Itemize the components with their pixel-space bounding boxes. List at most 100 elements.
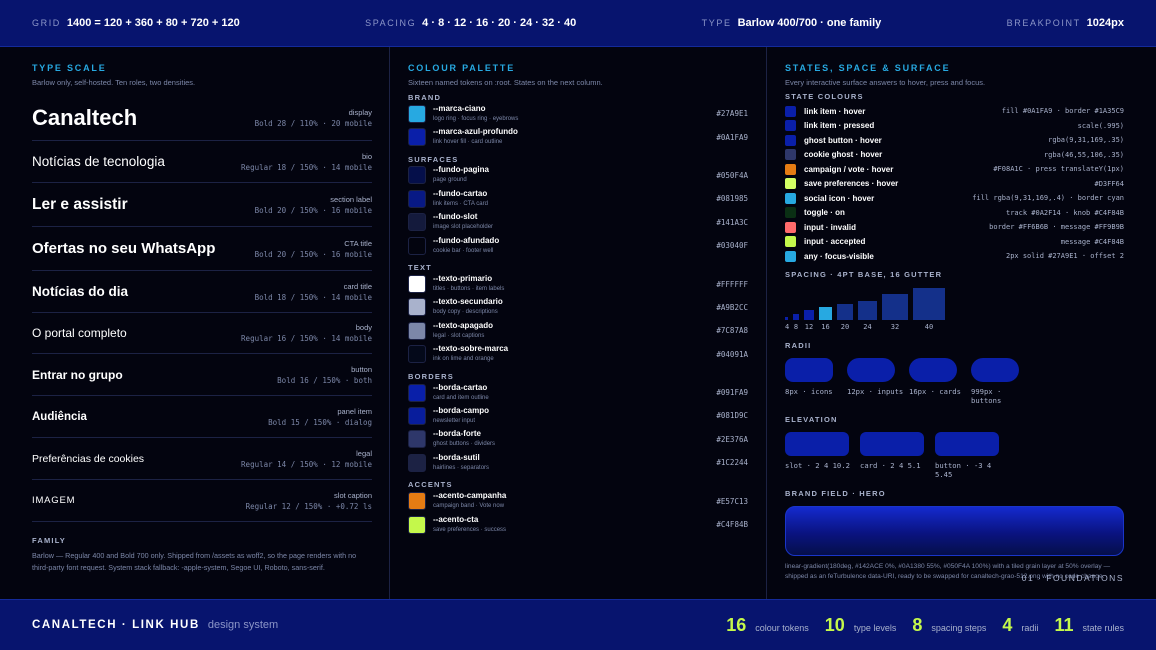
type-sample: Notícias do dia <box>32 284 129 299</box>
state-spec: scale(.995) <box>1077 121 1124 130</box>
elevation-samples <box>785 431 1124 456</box>
spacing-step <box>858 300 877 320</box>
palette-item: --borda-forte ghost buttons · dividers #2E… <box>408 428 748 451</box>
state-name: save preferences · hover <box>804 179 899 189</box>
token-name: --texto-secundario <box>433 297 503 307</box>
elevation-label: card · 2 4 5.1 <box>860 460 921 470</box>
state-swatch <box>785 192 796 204</box>
token-name: --acento-cta <box>433 514 479 524</box>
state-spec: message #C4F84B <box>1060 237 1124 246</box>
stat-number: 16 <box>726 614 747 635</box>
color-swatch <box>408 430 426 449</box>
stat-label: state rules <box>1082 622 1124 633</box>
token-hex: #141A3C <box>716 217 748 227</box>
radius-label: 8px · icons <box>785 386 833 396</box>
palette-groups: BRAND --marca-ciano logo ring · focus ring… <box>408 93 748 536</box>
token-usage: save preferences · success <box>433 526 507 533</box>
section-subtitle: Sixteen named tokens on :root. States on… <box>408 78 603 87</box>
type-row: Ler e assistir section label Bold 20 / 150… <box>32 183 372 227</box>
state-spec: track #0A2F14 · knob #C4F84B <box>1005 208 1124 217</box>
palette-group-title: TEXT <box>408 263 432 273</box>
type-spec: Regular 14 / 150% · 12 mobile <box>241 459 372 469</box>
color-swatch <box>408 406 426 425</box>
state-swatch <box>785 236 796 248</box>
top-label: GRID <box>32 18 61 28</box>
palette-item: --acento-campanha campaign band · Vote no… <box>408 489 748 512</box>
state-row: any · focus-visible 2px solid #27A9E1 · o… <box>785 249 1124 264</box>
color-swatch <box>408 104 426 123</box>
color-swatch <box>408 321 426 340</box>
spacing-step <box>913 287 945 320</box>
state-row: ghost button · hover rgba(9,31,169,.35) <box>785 133 1124 148</box>
palette-text: --borda-forte ghost buttons · dividers <box>433 429 716 449</box>
type-list: Canaltech display Bold 28 / 110% · 20 mobi… <box>32 95 372 522</box>
type-sample: O portal completo <box>32 326 127 340</box>
palette-group-title: ACCENTS <box>408 480 453 490</box>
footer-stat: 10 type levels <box>825 615 897 636</box>
palette-group-title: BRAND <box>408 93 442 102</box>
footer-stat: 8 spacing steps <box>912 615 986 636</box>
type-role: button <box>351 364 372 374</box>
token-usage: ghost buttons · dividers <box>433 441 496 448</box>
type-sample: IMAGEM <box>32 495 76 506</box>
state-row: campaign / vote · hover #F08A1C · press t… <box>785 162 1124 177</box>
radius-sample <box>971 357 1019 382</box>
page-number-label: 01 · FOUNDATIONS <box>1021 573 1124 583</box>
section-title: STATES, SPACE & SURFACE <box>785 63 951 73</box>
state-name: input · invalid <box>804 222 856 232</box>
state-name: cookie ghost · hover <box>804 150 883 160</box>
color-swatch <box>408 492 426 511</box>
state-row: cookie ghost · hover rgba(46,55,106,.35) <box>785 148 1124 163</box>
palette-text: --borda-sutil hairlines · separators <box>433 453 716 473</box>
state-spec: 2px solid #27A9E1 · offset 2 <box>1005 252 1124 261</box>
type-meta: CTA title Bold 20 / 150% · 16 mobile <box>255 239 372 259</box>
states-column: STATES, SPACE & SURFACE Every interactiv… <box>767 47 1156 599</box>
type-row: Notícias de tecnologia bio Regular 18 / 15… <box>32 141 372 183</box>
palette-item: --texto-secundario body copy · descriptio… <box>408 296 748 319</box>
spacing-label: 4 <box>785 322 790 331</box>
spacing-title: SPACING · 4PT BASE, 16 GUTTER <box>785 269 943 279</box>
type-role: slot caption <box>334 490 372 500</box>
spacing-label: 16 <box>821 322 830 331</box>
spacing-label: 20 <box>840 322 850 331</box>
stat-label: radii <box>1021 622 1039 633</box>
spacing-step <box>837 303 853 320</box>
state-row: input · invalid border #FF6B6B · message … <box>785 220 1124 235</box>
spacing-scale <box>785 287 1124 320</box>
token-name: --marca-azul-profundo <box>433 127 518 137</box>
elevation-sample <box>860 431 924 456</box>
spacing-step <box>804 309 814 320</box>
type-meta: section label Bold 20 / 150% · 16 mobile <box>255 195 372 215</box>
elevation-sample <box>785 431 849 456</box>
type-meta: body Regular 16 / 150% · 14 mobile <box>241 323 372 343</box>
main-panel: TYPE SCALE Barlow only, self-hosted. Ten… <box>0 47 1156 599</box>
state-row: link item · hover fill #0A1FA9 · border #… <box>785 104 1124 119</box>
radii-labels: 8px · icons 12px · inputs 16px · cards 999p… <box>785 387 1124 405</box>
palette-group-title: SURFACES <box>408 154 459 164</box>
palette-item: --borda-campo newsletter input #081D9C <box>408 404 748 427</box>
state-row: toggle · on track #0A2F14 · knob #C4F84B <box>785 206 1124 221</box>
type-role: panel item <box>337 406 372 416</box>
token-hex: #7C87A8 <box>716 326 748 336</box>
spacing-label: 40 <box>924 322 934 331</box>
type-role: body <box>355 323 372 332</box>
type-row: Ofertas no seu WhatsApp CTA title Bold 20 … <box>32 227 372 271</box>
palette-item: --fundo-slot image slot placeholder #141A3… <box>408 211 748 234</box>
top-item-breakpoint: BREAKPOINT 1024px <box>1007 17 1124 29</box>
token-name: --fundo-pagina <box>433 165 489 175</box>
state-name: input · accepted <box>804 237 866 247</box>
state-swatch <box>785 207 796 219</box>
type-sample: Entrar no grupo <box>32 367 123 382</box>
color-swatch <box>408 298 426 317</box>
state-spec: #D3FF64 <box>1094 179 1124 188</box>
type-row: IMAGEM slot caption Regular 12 / 150% · +0… <box>32 480 372 522</box>
elevation-labels: slot · 2 4 10.2 card · 2 4 5.1 button · -3… <box>785 461 1124 479</box>
spacing-step <box>882 293 908 320</box>
token-hex: #C4F84B <box>716 520 748 530</box>
token-name: --texto-primario <box>433 274 493 284</box>
color-swatch <box>408 213 426 232</box>
section-subtitle: Barlow only, self-hosted. Ten roles, two… <box>32 78 196 87</box>
type-spec: Bold 28 / 110% · 20 mobile <box>254 118 372 128</box>
color-swatch <box>408 189 426 208</box>
palette-text: --marca-azul-profundo link hover fill · c… <box>433 127 716 147</box>
